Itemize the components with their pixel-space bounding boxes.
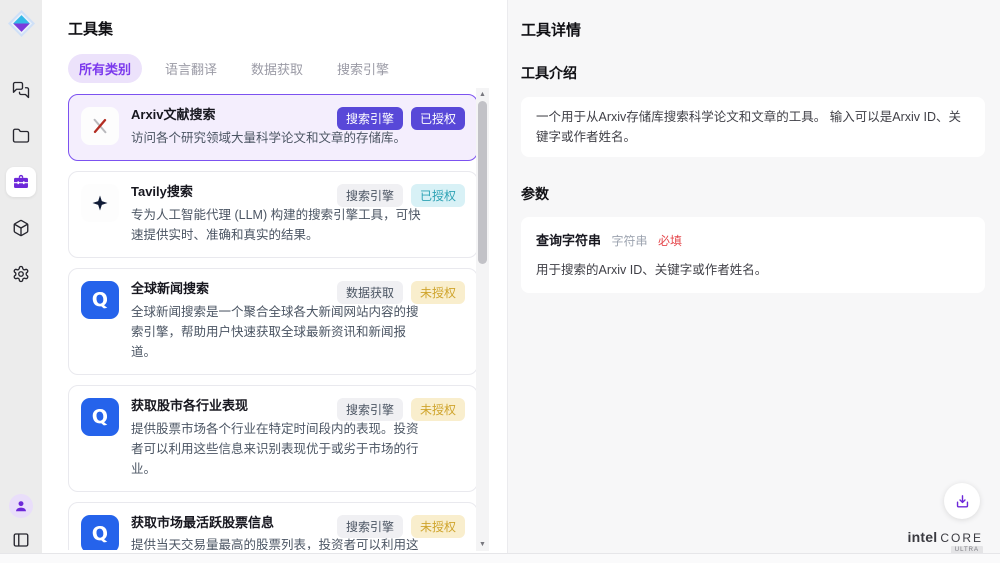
tool-card-active-stocks[interactable]: Q 获取市场最活跃股票信息 提供当天交易量最高的股票列表，投资者可以利用这些信息… (68, 502, 478, 550)
tool-details-panel: 工具详情 工具介绍 一个用于从Arxiv存储库搜索科学论文和文章的工具。 输入可… (508, 0, 1000, 563)
scroll-up-icon[interactable]: ▲ (479, 91, 486, 98)
settings-gear-icon (12, 265, 30, 283)
details-title: 工具详情 (521, 19, 985, 40)
auth-status-badge: 未授权 (411, 515, 465, 538)
download-button[interactable] (944, 483, 980, 519)
tool-card-tavily[interactable]: Tavily搜索 专为人工智能代理 (LLM) 构建的搜索引擎工具，可快速提供实… (68, 171, 478, 258)
category-tabs: 所有类别 语言翻译 数据获取 搜索引擎 (68, 54, 507, 83)
sidebar-bottom (9, 494, 33, 549)
ultra-badge: ULTRA (951, 546, 983, 554)
sidebar-item-folder[interactable] (6, 121, 36, 151)
sidebar-nav (6, 75, 36, 289)
sidebar-item-chat[interactable] (6, 75, 36, 105)
page-title: 工具集 (68, 18, 507, 39)
tool-badges: 数据获取 未授权 (337, 281, 465, 304)
scrollbar-thumb[interactable] (478, 101, 487, 264)
tool-badges: 搜索引擎 未授权 (337, 515, 465, 538)
tool-description: 专为人工智能代理 (LLM) 构建的搜索引擎工具，可快速提供实时、准确和真实的结… (131, 205, 425, 245)
download-icon (954, 493, 971, 510)
toolbox-icon (12, 173, 30, 191)
param-name: 查询字符串 (536, 233, 601, 248)
tool-description: 访问各个研究领域大量科学论文和文章的存储库。 (131, 128, 425, 148)
category-badge: 搜索引擎 (337, 184, 403, 207)
param-header: 查询字符串 字符串 必填 (536, 230, 970, 250)
user-avatar-icon (14, 499, 28, 513)
category-badge: 数据获取 (337, 281, 403, 304)
category-badge: 搜索引擎 (337, 515, 403, 538)
cube-icon (12, 219, 30, 237)
collapse-panel-icon (12, 531, 30, 549)
auth-status-badge: 已授权 (411, 184, 465, 207)
user-avatar[interactable] (9, 494, 33, 518)
tool-card-arxiv[interactable]: Arxiv文献搜索 访问各个研究领域大量科学论文和文章的存储库。 搜索引擎 已授… (68, 94, 478, 161)
tab-all-categories[interactable]: 所有类别 (68, 54, 142, 83)
auth-status-badge: 未授权 (411, 398, 465, 421)
chat-icon (12, 81, 30, 99)
tool-list-panel: 工具集 所有类别 语言翻译 数据获取 搜索引擎 Arxiv文献搜索 访问各个研究… (42, 0, 508, 563)
scroll-down-icon[interactable]: ▼ (479, 541, 486, 548)
app-logo-icon (8, 10, 35, 37)
arxiv-x-icon (81, 107, 119, 145)
category-badge: 搜索引擎 (337, 107, 403, 130)
tab-data-fetch[interactable]: 数据获取 (240, 54, 314, 83)
tool-card-global-news[interactable]: Q 全球新闻搜索 全球新闻搜索是一个聚合全球各大新闻网站内容的搜索引擎，帮助用户… (68, 268, 478, 375)
intel-logo-text: intel core (908, 529, 983, 545)
sidebar-item-cube[interactable] (6, 213, 36, 243)
core-brand-text: core (940, 531, 983, 545)
news-q-icon: Q (81, 281, 119, 319)
tool-card-list: Arxiv文献搜索 访问各个研究领域大量科学论文和文章的存储库。 搜索引擎 已授… (68, 94, 478, 550)
stock-q-icon: Q (81, 515, 119, 550)
folder-icon (12, 127, 30, 145)
sidebar-item-settings[interactable] (6, 259, 36, 289)
auth-status-badge: 已授权 (411, 107, 465, 130)
app-window: 工具集 所有类别 语言翻译 数据获取 搜索引擎 Arxiv文献搜索 访问各个研究… (0, 0, 1000, 563)
sidebar-item-toolbox[interactable] (6, 167, 36, 197)
param-description: 用于搜索的Arxiv ID、关键字或作者姓名。 (536, 259, 970, 278)
tool-badges: 搜索引擎 未授权 (337, 398, 465, 421)
tool-card-stock-sectors[interactable]: Q 获取股市各行业表现 提供股票市场各个行业在特定时间段内的表现。投资者可以利用… (68, 385, 478, 492)
auth-status-badge: 未授权 (411, 281, 465, 304)
collapse-sidebar-button[interactable] (12, 531, 30, 549)
tool-description: 全球新闻搜索是一个聚合全球各大新闻网站内容的搜索引擎，帮助用户快速获取全球最新资… (131, 302, 425, 362)
sidebar (0, 0, 42, 563)
tab-language-translation[interactable]: 语言翻译 (154, 54, 228, 83)
category-badge: 搜索引擎 (337, 398, 403, 421)
intro-card: 一个用于从Arxiv存储库搜索科学论文和文章的工具。 输入可以是Arxiv ID… (521, 97, 985, 157)
params-heading: 参数 (521, 184, 985, 204)
list-scrollbar[interactable]: ▲ ▼ (476, 88, 489, 551)
param-card: 查询字符串 字符串 必填 用于搜索的Arxiv ID、关键字或作者姓名。 (521, 217, 985, 293)
tool-description: 提供当天交易量最高的股票列表，投资者可以利用这些信息来识别流动性强的股票和潜在的… (131, 535, 425, 550)
stock-q-icon: Q (81, 398, 119, 436)
intel-core-logo: intel core ULTRA (908, 529, 983, 554)
intel-brand-text: intel (908, 529, 938, 545)
param-type: 字符串 (611, 234, 647, 248)
tavily-star-icon (81, 184, 119, 222)
tool-badges: 搜索引擎 已授权 (337, 184, 465, 207)
tab-search-engine[interactable]: 搜索引擎 (326, 54, 400, 83)
tool-badges: 搜索引擎 已授权 (337, 107, 465, 130)
param-required-badge: 必填 (658, 234, 682, 248)
tool-description: 提供股票市场各个行业在特定时间段内的表现。投资者可以利用这些信息来识别表现优于或… (131, 419, 425, 479)
intro-heading: 工具介绍 (521, 63, 985, 83)
